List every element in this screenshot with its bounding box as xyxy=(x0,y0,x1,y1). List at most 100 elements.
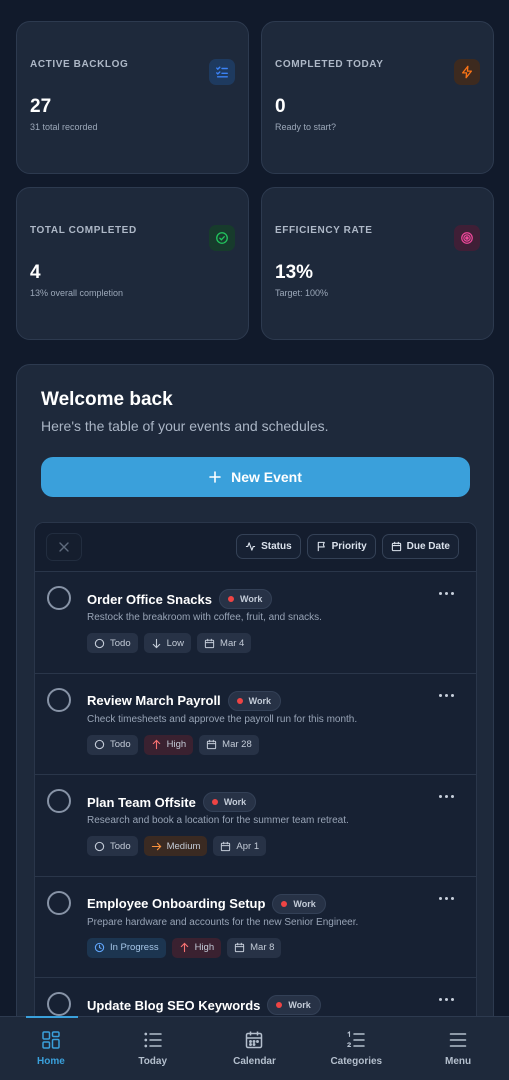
task-meta: In Progress High Mar 8 xyxy=(87,937,282,958)
more-options-icon[interactable] xyxy=(439,998,454,1001)
category-badge[interactable]: Work xyxy=(202,792,257,812)
category-badge[interactable]: Work xyxy=(272,893,326,914)
circle-icon xyxy=(94,841,105,851)
bolt-icon xyxy=(454,59,480,85)
task-meta: Todo High Mar 28 xyxy=(87,734,259,755)
nav-home[interactable]: Home xyxy=(0,1016,102,1080)
status-chip[interactable]: In Progress xyxy=(87,937,166,958)
priority-label: High xyxy=(166,739,187,750)
due-date-chip[interactable]: Mar 28 xyxy=(199,734,259,755)
calendar-icon xyxy=(204,638,215,648)
nav-categories[interactable]: Categories xyxy=(305,1017,407,1080)
nav-menu[interactable]: Menu xyxy=(407,1017,509,1080)
clear-filters-button[interactable] xyxy=(46,533,82,561)
stat-sub: 31 total recorded xyxy=(30,122,98,132)
close-icon xyxy=(59,542,69,552)
status-label: Todo xyxy=(110,739,131,750)
nav-label: Home xyxy=(37,1056,65,1067)
status-chip[interactable]: Todo xyxy=(87,633,138,653)
stat-card-active-backlog[interactable]: ACTIVE BACKLOG 27 31 total recorded xyxy=(16,21,249,174)
stat-card-completed-today[interactable]: COMPLETED TODAY 0 Ready to start? xyxy=(261,21,494,174)
welcome-subtitle: Here's the table of your events and sche… xyxy=(41,418,329,434)
calendar-icon xyxy=(234,942,245,953)
complete-checkbox[interactable] xyxy=(47,586,71,610)
category-label: Work xyxy=(293,898,316,909)
stats-grid: ACTIVE BACKLOG 27 31 total recorded COMP… xyxy=(16,21,494,340)
target-icon xyxy=(454,225,480,251)
nav-label: Calendar xyxy=(233,1056,276,1067)
status-label: In Progress xyxy=(110,942,159,953)
stat-label: ACTIVE BACKLOG xyxy=(30,59,129,70)
nav-label: Categories xyxy=(330,1056,383,1067)
circle-icon xyxy=(94,739,105,750)
table-row[interactable]: Employee Onboarding Setup Work Prepare h… xyxy=(35,877,476,978)
table-row[interactable]: Review March Payroll Work Check timeshee… xyxy=(35,674,476,775)
welcome-title: Welcome back xyxy=(41,389,173,410)
category-dot xyxy=(281,900,288,907)
status-chip[interactable]: Todo xyxy=(87,734,138,755)
due-date-chip[interactable]: Mar 8 xyxy=(227,937,282,958)
nav-label: Today xyxy=(138,1056,168,1067)
task-description: Prepare hardware and accounts for the ne… xyxy=(87,916,359,928)
list-icon xyxy=(144,1032,162,1048)
complete-checkbox[interactable] xyxy=(47,687,71,712)
stat-label: COMPLETED TODAY xyxy=(275,59,384,70)
due-date-chip[interactable]: Mar 4 xyxy=(197,633,252,653)
calendar-icon xyxy=(207,739,217,750)
category-badge[interactable]: Work xyxy=(267,995,321,1015)
task-meta: Todo Low Mar 4 xyxy=(87,633,252,653)
category-label: Work xyxy=(240,594,263,604)
complete-checkbox[interactable] xyxy=(47,992,71,1016)
bottom-nav: Home Today Calendar Categories Menu xyxy=(0,1016,509,1080)
circle-icon xyxy=(94,638,105,648)
calendar-icon xyxy=(221,841,231,851)
more-options-icon[interactable] xyxy=(439,693,454,697)
task-title: Update Blog SEO Keywords xyxy=(87,997,261,1013)
nav-calendar[interactable]: Calendar xyxy=(204,1017,306,1080)
new-event-label: New Event xyxy=(231,469,302,485)
table-row[interactable]: Order Office Snacks Work Restock the bre… xyxy=(35,572,476,674)
table-row[interactable]: Plan Team Offsite Work Research and book… xyxy=(35,775,476,877)
priority-chip[interactable]: High xyxy=(171,937,222,958)
more-options-icon[interactable] xyxy=(439,592,454,595)
status-filter-button[interactable]: Status xyxy=(236,534,301,559)
task-title-group: Order Office Snacks Work xyxy=(87,589,273,609)
plus-icon xyxy=(209,471,221,483)
priority-chip[interactable]: Medium xyxy=(143,836,208,856)
category-label: Work xyxy=(288,1000,311,1010)
status-chip[interactable]: Todo xyxy=(87,836,138,856)
stat-value: 0 xyxy=(275,96,286,117)
status-label: Todo xyxy=(110,840,131,852)
stat-sub: Target: 100% xyxy=(275,288,329,298)
task-title-group: Review March Payroll Work xyxy=(87,690,282,711)
priority-chip[interactable]: Low xyxy=(143,633,192,653)
complete-checkbox[interactable] xyxy=(47,890,71,915)
task-title: Employee Onboarding Setup xyxy=(87,896,266,911)
complete-checkbox[interactable] xyxy=(47,789,71,813)
due-date-filter-button[interactable]: Due Date xyxy=(381,534,459,559)
more-options-icon[interactable] xyxy=(439,896,454,900)
arrow-up-icon xyxy=(180,942,188,953)
check-circle-icon xyxy=(209,225,235,251)
nav-today[interactable]: Today xyxy=(102,1017,204,1080)
stat-card-total-completed[interactable]: TOTAL COMPLETED 4 13% overall completion xyxy=(16,187,249,340)
grid-icon xyxy=(42,1031,60,1049)
due-date-chip[interactable]: Apr 1 xyxy=(213,836,267,856)
arrow-up-icon xyxy=(152,739,160,750)
new-event-button[interactable]: New Event xyxy=(41,457,470,497)
category-label: Work xyxy=(248,695,272,706)
stat-card-efficiency-rate[interactable]: EFFICIENCY RATE 13% Target: 100% xyxy=(261,187,494,340)
flag-icon xyxy=(317,541,325,552)
priority-filter-button[interactable]: Priority xyxy=(306,534,376,559)
more-options-icon[interactable] xyxy=(439,795,454,798)
category-badge[interactable]: Work xyxy=(219,589,273,609)
task-description: Check timesheets and approve the payroll… xyxy=(87,713,358,725)
priority-chip[interactable]: High xyxy=(143,734,194,755)
menu-icon xyxy=(449,1033,467,1047)
calendar-icon xyxy=(246,1031,263,1049)
task-title-group: Update Blog SEO Keywords Work xyxy=(87,995,321,1015)
category-badge[interactable]: Work xyxy=(227,690,282,711)
activity-icon xyxy=(245,542,256,551)
events-panel: Welcome back Here's the table of your ev… xyxy=(16,364,494,1080)
due-date-filter-label: Due Date xyxy=(406,541,450,552)
